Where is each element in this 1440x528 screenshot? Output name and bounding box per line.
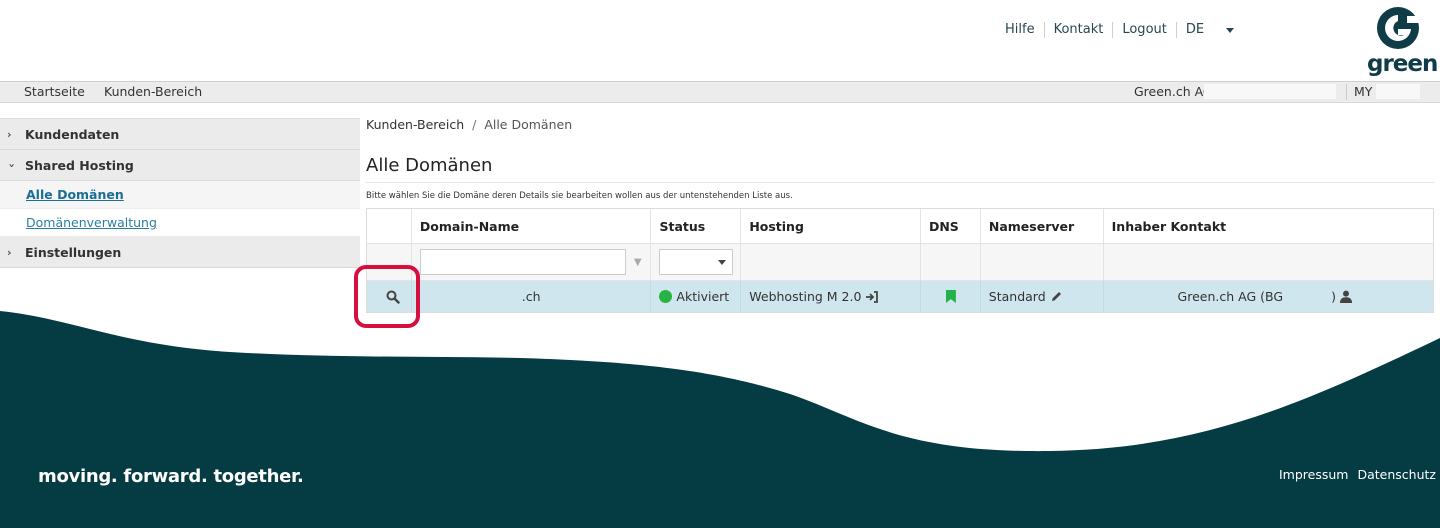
bookmark-icon[interactable] [945,290,956,303]
highlight-annotation [354,265,420,328]
filter-cell-empty [981,244,1104,280]
status-filter-select[interactable] [659,249,734,275]
sidebar-group-einstellungen[interactable]: › Einstellungen [0,237,360,268]
status-active-icon [659,290,673,303]
chevron-down-icon [1226,27,1235,33]
instruction-text: Bitte wählen Sie die Domäne deren Detail… [366,191,793,201]
filter-cell-empty [1104,244,1433,280]
hosting-plan: Webhosting M 2.0 [749,289,862,304]
nameserver-cell: Standard [981,281,1104,312]
language-value: DE [1185,22,1205,37]
column-header-nameserver[interactable]: Nameserver [981,209,1104,243]
domain-filter-input[interactable] [419,249,626,275]
filter-cell-domain: ▼ [412,244,652,280]
domain-name[interactable]: .ch [522,289,541,304]
column-header-hosting[interactable]: Hosting [741,209,921,243]
column-header-domain[interactable]: Domain-Name [412,209,652,243]
sidebar-group-label: Einstellungen [25,244,122,260]
language-select[interactable]: DE [1177,21,1243,39]
contact-link[interactable]: Kontakt [1045,21,1113,39]
page: Hilfe Kontakt Logout DE green Startseite… [0,0,1440,528]
sidebar: › Kundendaten › Shared Hosting Alle Domä… [0,118,360,268]
table-header-row: Domain-Name Status Hosting DNS Nameserve… [367,209,1433,244]
filter-cell-empty [921,244,981,280]
company-name: Green.ch AG [1134,84,1213,99]
impressum-link[interactable]: Impressum [1279,467,1348,482]
sidebar-group-shared-hosting[interactable]: › Shared Hosting [0,150,360,181]
sidebar-group-kundendaten[interactable]: › Kundendaten [0,119,360,150]
breadcrumb-parent[interactable]: Kunden-Bereich [366,117,464,132]
chevron-right-icon: › [7,245,12,259]
table-row[interactable]: .ch Aktiviert Webhosting M 2.0 Standard [367,281,1433,312]
sidebar-item-alle-domaenen[interactable]: Alle Domänen [0,181,360,209]
user-icon[interactable] [1339,290,1352,303]
status-text: Aktiviert [676,289,730,304]
title-divider [366,182,1434,183]
footer-links: Impressum Datenschutz [1279,467,1436,482]
home-link[interactable]: Startseite [24,84,85,99]
redacted-field [1376,84,1420,99]
redacted-field [1204,84,1336,99]
chevron-right-icon: › [7,127,12,141]
table-filter-row: ▼ [367,244,1433,281]
owner-contact-end: ) [1331,289,1336,304]
filter-icon[interactable]: ▼ [634,257,642,268]
filter-cell-empty [741,244,921,280]
column-header-dns[interactable]: DNS [921,209,981,243]
top-nav: Hilfe Kontakt Logout DE [996,20,1243,40]
help-link[interactable]: Hilfe [996,21,1044,39]
owner-cell: Green.ch AG (BG ) [1104,281,1433,312]
domain-cell: .ch [412,281,652,312]
subbar-divider [1346,84,1347,100]
dns-cell [921,281,981,312]
green-logo-mark [1377,7,1423,49]
chevron-down-icon [718,260,727,265]
footer-slogan: moving. forward. together. [38,466,304,487]
green-logo[interactable]: green [1367,6,1438,78]
login-icon[interactable] [865,290,879,303]
sidebar-item-domaenenverwaltung[interactable]: Domänenverwaltung [0,209,360,237]
nameserver-value: Standard [988,289,1046,304]
logout-link[interactable]: Logout [1113,21,1176,39]
customer-area-link[interactable]: Kunden-Bereich [104,84,202,99]
column-header-actions [367,209,412,243]
pencil-icon[interactable] [1050,290,1063,303]
owner-contact: Green.ch AG (BG [1177,289,1284,304]
domains-table: Domain-Name Status Hosting DNS Nameserve… [366,208,1434,313]
datenschutz-link[interactable]: Datenschutz [1357,467,1436,482]
sub-navigation-bar: Startseite Kunden-Bereich Green.ch AG MY [0,81,1440,103]
user-initials[interactable]: MY [1354,84,1372,99]
breadcrumb: Kunden-Bereich / Alle Domänen [366,117,572,132]
sidebar-group-label: Shared Hosting [25,157,134,173]
breadcrumb-separator: / [472,117,477,132]
filter-cell-status [651,244,742,280]
page-title: Alle Domänen [366,155,493,176]
column-header-owner[interactable]: Inhaber Kontakt [1104,209,1433,243]
sidebar-group-label: Kundendaten [25,126,120,142]
status-cell: Aktiviert [651,281,742,312]
logo-text: green [1367,51,1438,77]
breadcrumb-current: Alle Domänen [484,117,573,132]
chevron-down-icon: › [5,162,19,168]
column-header-status[interactable]: Status [651,209,742,243]
hosting-cell: Webhosting M 2.0 [741,281,921,312]
